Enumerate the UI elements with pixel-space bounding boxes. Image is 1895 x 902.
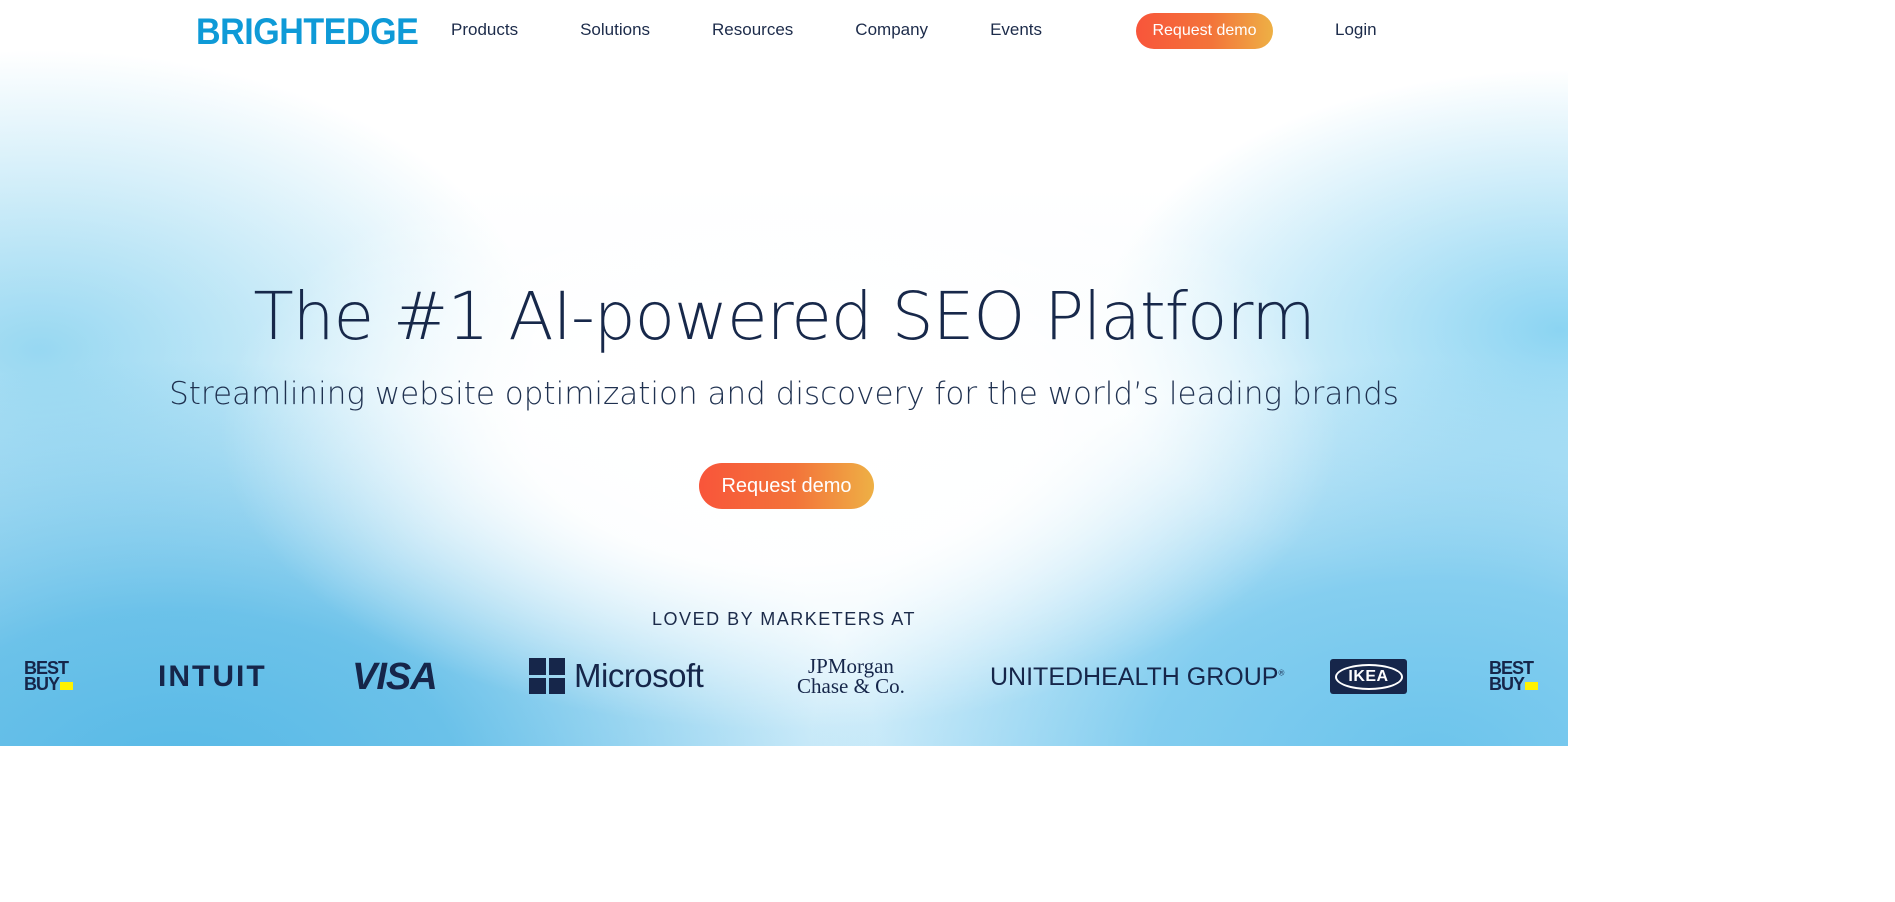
intuit-logo: INTUIT	[158, 660, 267, 693]
microsoft-logo-text: Microsoft	[574, 657, 704, 694]
main-menu: Products Solutions Resources Company Eve…	[451, 20, 1104, 40]
hero-request-demo-button[interactable]: Request demo	[699, 463, 874, 509]
menu-item-products[interactable]: Products	[451, 20, 518, 40]
hero-subtitle: Streamlining website optimization and di…	[169, 376, 1399, 412]
best-buy-logo: BEST BUY	[24, 659, 74, 694]
price-tag-icon	[60, 682, 74, 690]
menu-item-resources[interactable]: Resources	[712, 20, 793, 40]
jpmorgan-chase-logo: JPMorgan Chase & Co.	[797, 654, 905, 698]
registered-mark-icon: ®	[1278, 668, 1285, 678]
top-navigation: BRIGHTEDGE Products Solutions Resources …	[0, 0, 1568, 62]
page: BRIGHTEDGE Products Solutions Resources …	[0, 0, 1568, 746]
nav-request-demo-button[interactable]: Request demo	[1136, 13, 1273, 49]
hero-title: The #1 AI-powered SEO Platform	[253, 278, 1315, 355]
ikea-logo: IKEA	[1330, 659, 1407, 694]
unitedhealth-group-logo: UNITEDHEALTH GROUP®	[990, 663, 1284, 692]
price-tag-icon	[1525, 682, 1539, 690]
menu-item-company[interactable]: Company	[855, 20, 928, 40]
customer-logos-heading: LOVED BY MARKETERS AT	[652, 609, 916, 629]
windows-grid-icon	[529, 658, 565, 694]
best-buy-logo-line2: BUY	[24, 674, 60, 694]
brightedge-logo[interactable]: BRIGHTEDGE	[196, 11, 419, 53]
jpmorgan-logo-line1: JPMorgan	[807, 654, 894, 678]
visa-logo: VISA	[352, 656, 438, 698]
microsoft-logo: Microsoft	[529, 657, 704, 695]
best-buy-logo-line2: BUY	[1489, 674, 1525, 694]
best-buy-logo: BEST BUY	[1489, 659, 1539, 694]
unitedhealth-logo-text: UNITEDHEALTH GROUP	[990, 663, 1279, 691]
menu-item-events[interactable]: Events	[990, 20, 1042, 40]
login-link[interactable]: Login	[1335, 20, 1377, 40]
menu-item-solutions[interactable]: Solutions	[580, 20, 650, 40]
jpmorgan-logo-line2: Chase & Co.	[797, 674, 905, 698]
ikea-logo-text: IKEA	[1334, 663, 1403, 690]
